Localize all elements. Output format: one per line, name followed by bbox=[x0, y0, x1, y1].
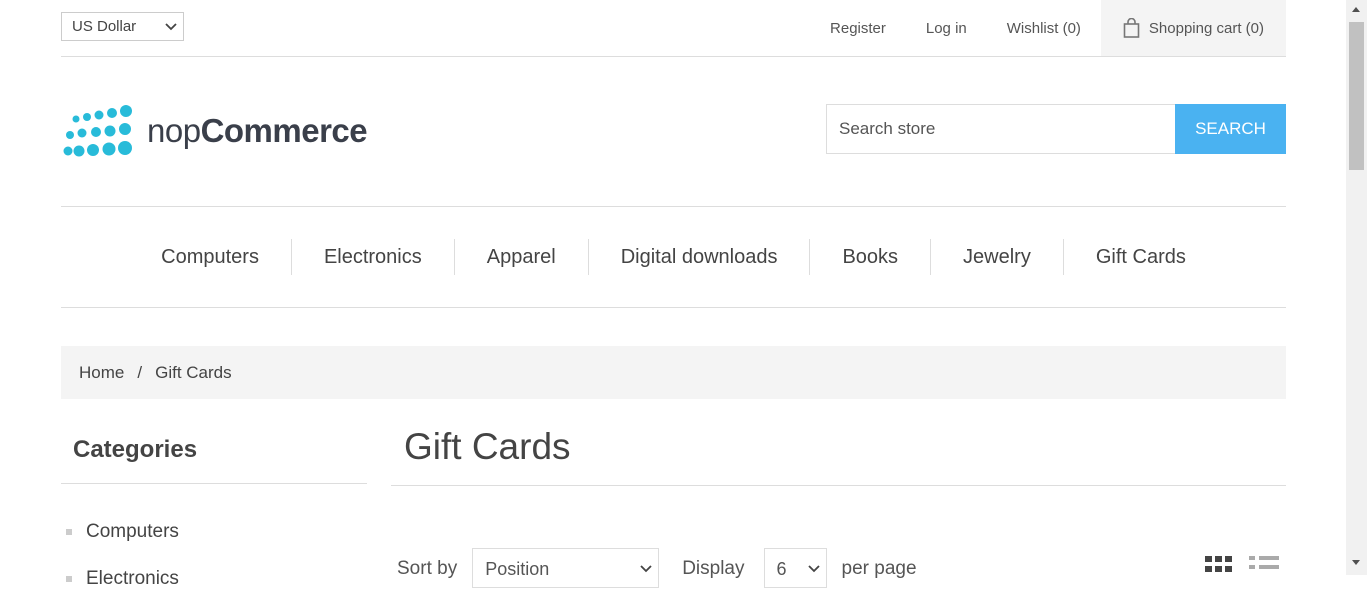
vertical-scrollbar[interactable] bbox=[1346, 0, 1367, 575]
chevron-down-icon bbox=[807, 565, 820, 573]
category-item-electronics[interactable]: Electronics bbox=[66, 555, 179, 602]
product-toolbar: Sort by Position Display 6 per page bbox=[397, 548, 917, 588]
search-box: SEARCH bbox=[826, 104, 1286, 154]
search-input[interactable] bbox=[826, 104, 1175, 154]
logo-dots-icon bbox=[63, 105, 132, 157]
main-menu: Computers Electronics Apparel Digital do… bbox=[61, 206, 1286, 308]
scroll-up-icon[interactable] bbox=[1352, 7, 1360, 12]
page-title: Gift Cards bbox=[391, 426, 1286, 486]
menu-item-gift-cards[interactable]: Gift Cards bbox=[1062, 239, 1218, 275]
list-view-icon[interactable] bbox=[1249, 556, 1281, 575]
shopping-bag-icon bbox=[1123, 18, 1140, 38]
category-label: Computers bbox=[86, 520, 179, 542]
menu-item-books[interactable]: Books bbox=[809, 239, 930, 275]
category-item-computers[interactable]: Computers bbox=[66, 508, 179, 555]
chevron-down-icon bbox=[640, 565, 652, 573]
scroll-down-icon[interactable] bbox=[1352, 560, 1360, 565]
logo-text: nopCommerce bbox=[147, 112, 368, 150]
shopping-cart-label: Shopping cart (0) bbox=[1148, 19, 1264, 37]
page-size-value: 6 bbox=[776, 559, 787, 579]
chevron-down-icon bbox=[165, 23, 177, 31]
menu-item-apparel[interactable]: Apparel bbox=[453, 239, 588, 275]
shopping-cart-link[interactable]: Shopping cart (0) bbox=[1100, 0, 1286, 56]
grid-view-icon[interactable] bbox=[1205, 556, 1233, 575]
header-links: Register Log in Wishlist (0) Shopping ca… bbox=[830, 0, 1286, 56]
per-page-label: per page bbox=[841, 558, 917, 579]
sort-label: Sort by bbox=[397, 558, 458, 579]
display-label: Display bbox=[682, 558, 745, 579]
breadcrumb: Home / Gift Cards bbox=[61, 346, 1286, 399]
bullet-icon bbox=[66, 575, 72, 582]
category-list: Computers Electronics bbox=[66, 508, 179, 602]
categories-heading: Categories bbox=[61, 436, 367, 484]
header-links-bar: US Dollar Register Log in Wishlist (0) S… bbox=[61, 0, 1286, 57]
menu-item-computers[interactable]: Computers bbox=[129, 239, 291, 275]
menu-item-digital-downloads[interactable]: Digital downloads bbox=[587, 239, 810, 275]
sort-select[interactable]: Position bbox=[472, 548, 660, 588]
logo-brand: Commerce bbox=[200, 112, 368, 149]
page-size-select[interactable]: 6 bbox=[763, 548, 827, 588]
wishlist-link[interactable]: Wishlist (0) bbox=[1007, 20, 1081, 37]
menu-item-electronics[interactable]: Electronics bbox=[290, 239, 454, 275]
register-link[interactable]: Register bbox=[830, 20, 886, 37]
sort-value: Position bbox=[485, 559, 550, 579]
breadcrumb-home-link[interactable]: Home bbox=[79, 363, 124, 383]
currency-selector[interactable]: US Dollar bbox=[61, 12, 184, 41]
bullet-icon bbox=[66, 528, 72, 535]
menu-item-jewelry[interactable]: Jewelry bbox=[930, 239, 1063, 275]
logo-prefix: nop bbox=[147, 112, 201, 149]
currency-value: US Dollar bbox=[72, 18, 137, 35]
category-label: Electronics bbox=[86, 567, 179, 589]
login-link[interactable]: Log in bbox=[926, 20, 967, 37]
site-logo[interactable]: nopCommerce bbox=[63, 104, 368, 158]
breadcrumb-separator: / bbox=[137, 362, 143, 382]
scrollbar-thumb[interactable] bbox=[1349, 22, 1364, 170]
breadcrumb-current: Gift Cards bbox=[155, 362, 232, 382]
search-button[interactable]: SEARCH bbox=[1175, 104, 1286, 154]
